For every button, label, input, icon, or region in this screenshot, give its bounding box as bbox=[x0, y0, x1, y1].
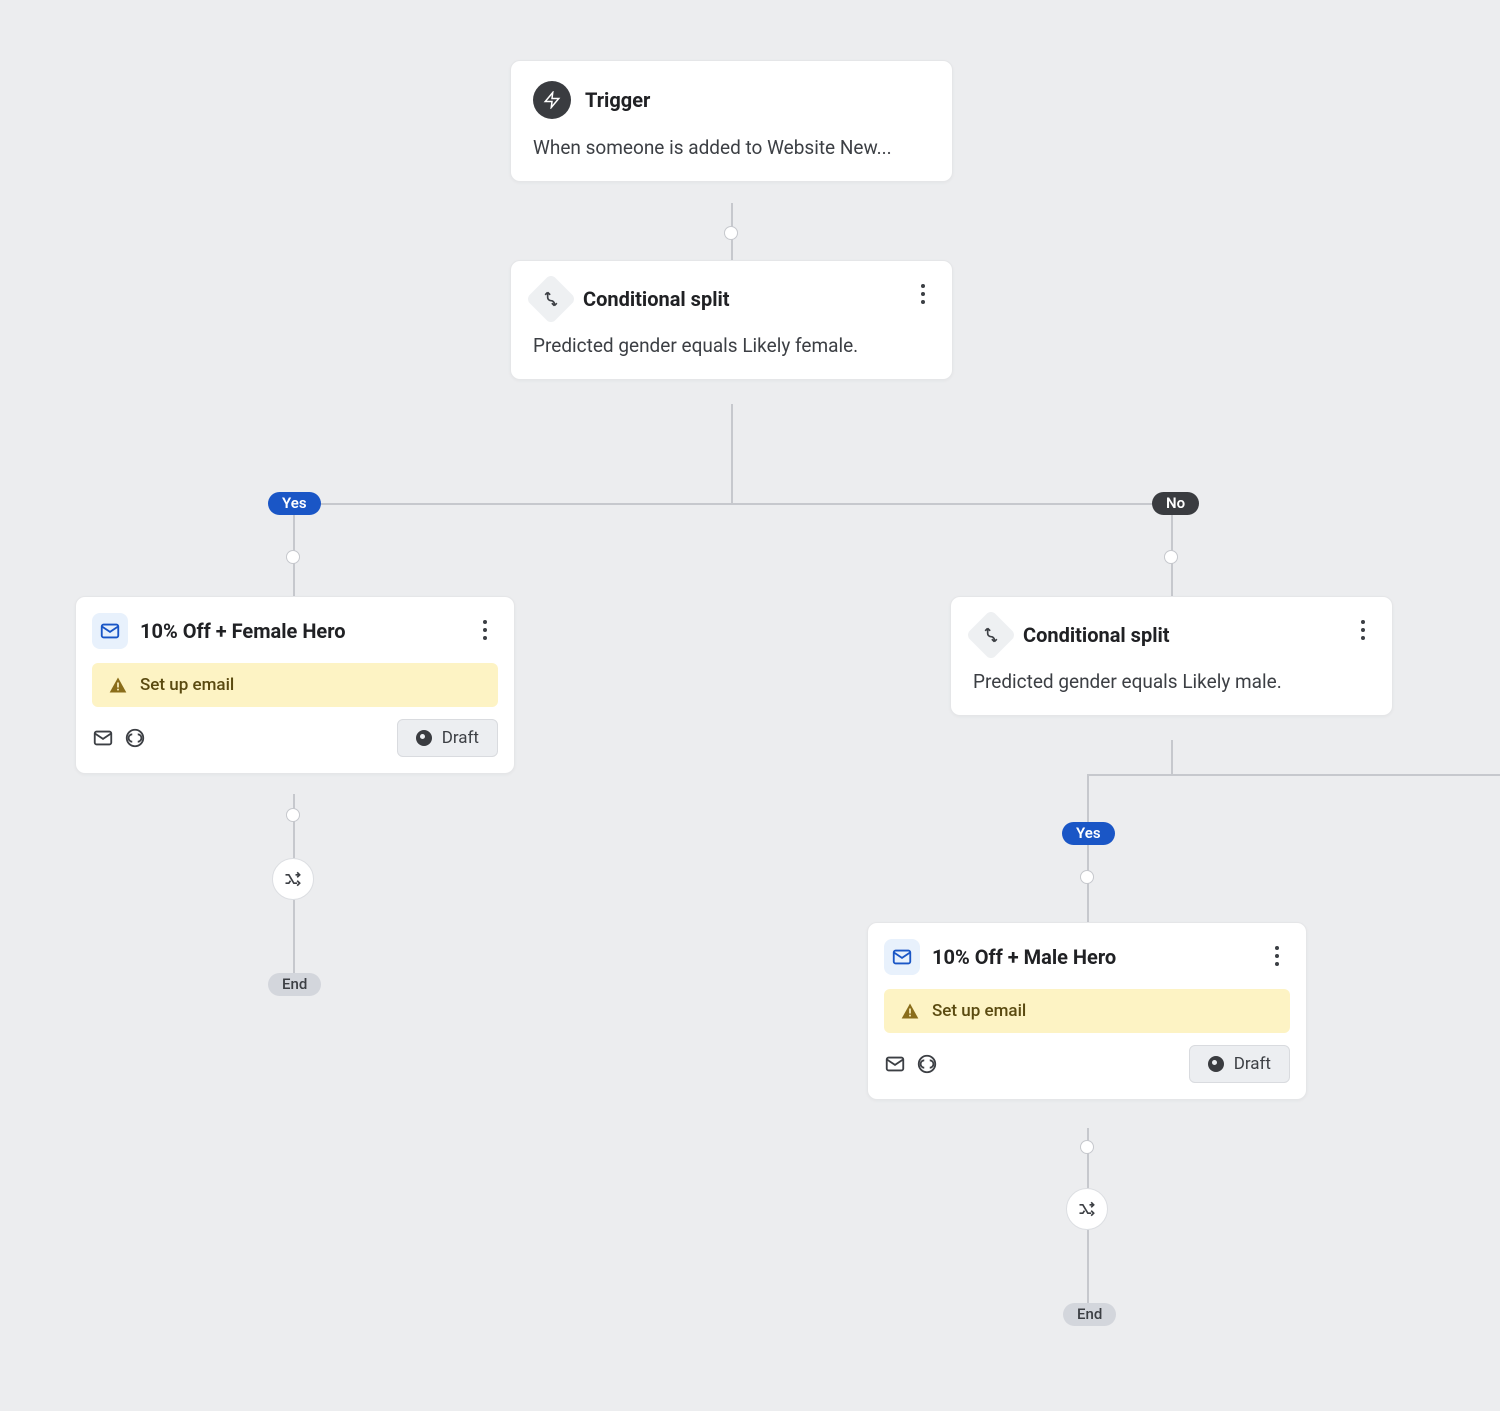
trigger-icon-badge bbox=[533, 81, 571, 119]
email-outline-icon bbox=[92, 727, 114, 749]
end-label: End bbox=[268, 973, 321, 996]
connector bbox=[1087, 1128, 1089, 1188]
vertical-dots-icon bbox=[921, 292, 925, 296]
shuffle-icon bbox=[1077, 1199, 1097, 1219]
email-action-card[interactable]: 10% Off + Female Hero Set up email Draft bbox=[75, 596, 515, 774]
add-step-button[interactable] bbox=[1066, 1188, 1108, 1230]
connector bbox=[1171, 740, 1173, 774]
connector bbox=[731, 404, 733, 504]
email-icon-badge bbox=[884, 939, 920, 975]
email-icon bbox=[99, 620, 121, 642]
connector-ring bbox=[1080, 870, 1094, 884]
add-step-button[interactable] bbox=[272, 858, 314, 900]
connector bbox=[293, 794, 295, 858]
more-menu-button[interactable] bbox=[1350, 615, 1376, 645]
status-label: Draft bbox=[442, 728, 479, 748]
connector bbox=[293, 503, 1171, 505]
email-title: 10% Off + Male Hero bbox=[932, 945, 1116, 969]
setup-warning-banner[interactable]: Set up email bbox=[884, 989, 1290, 1033]
conditional-split-card[interactable]: Conditional split Predicted gender equal… bbox=[950, 596, 1393, 716]
email-action-card[interactable]: 10% Off + Male Hero Set up email Draft bbox=[867, 922, 1307, 1100]
status-label: Draft bbox=[1234, 1054, 1271, 1074]
connector-ring bbox=[286, 808, 300, 822]
status-dot-icon bbox=[1208, 1056, 1224, 1072]
warning-icon bbox=[900, 1001, 920, 1021]
connector bbox=[1087, 774, 1500, 776]
lightning-icon bbox=[543, 91, 561, 109]
warning-icon bbox=[108, 675, 128, 695]
branch-icon bbox=[541, 289, 561, 309]
trigger-title: Trigger bbox=[585, 88, 650, 112]
branch-label-yes: Yes bbox=[1062, 822, 1115, 845]
connector-ring bbox=[1164, 550, 1178, 564]
trigger-card[interactable]: Trigger When someone is added to Website… bbox=[510, 60, 953, 182]
connector-ring bbox=[1080, 1140, 1094, 1154]
connector-ring bbox=[286, 550, 300, 564]
connector bbox=[1087, 1230, 1089, 1305]
conditional-split-card[interactable]: Conditional split Predicted gender equal… bbox=[510, 260, 953, 380]
status-draft-button[interactable]: Draft bbox=[1189, 1045, 1290, 1083]
email-icon bbox=[891, 946, 913, 968]
link-icon bbox=[916, 1053, 938, 1075]
split-description: Predicted gender equals Likely female. bbox=[533, 333, 930, 359]
connector bbox=[1087, 774, 1089, 922]
end-label: End bbox=[1063, 1303, 1116, 1326]
status-dot-icon bbox=[416, 730, 432, 746]
shuffle-icon bbox=[283, 869, 303, 889]
split-title: Conditional split bbox=[583, 287, 730, 311]
email-title: 10% Off + Female Hero bbox=[140, 619, 346, 643]
split-icon-badge bbox=[973, 617, 1009, 653]
setup-warning-banner[interactable]: Set up email bbox=[92, 663, 498, 707]
warning-text: Set up email bbox=[140, 675, 234, 695]
more-menu-button[interactable] bbox=[910, 279, 936, 309]
status-draft-button[interactable]: Draft bbox=[397, 719, 498, 757]
connector bbox=[293, 900, 295, 975]
vertical-dots-icon bbox=[483, 628, 487, 632]
email-outline-icon bbox=[884, 1053, 906, 1075]
warning-text: Set up email bbox=[932, 1001, 1026, 1021]
link-icon bbox=[124, 727, 146, 749]
branch-icon bbox=[981, 625, 1001, 645]
split-title: Conditional split bbox=[1023, 623, 1170, 647]
more-menu-button[interactable] bbox=[472, 615, 498, 645]
more-menu-button[interactable] bbox=[1264, 941, 1290, 971]
split-description: Predicted gender equals Likely male. bbox=[973, 669, 1370, 695]
trigger-description: When someone is added to Website New... bbox=[533, 135, 930, 161]
vertical-dots-icon bbox=[1275, 954, 1279, 958]
vertical-dots-icon bbox=[1361, 628, 1365, 632]
email-icon-badge bbox=[92, 613, 128, 649]
branch-label-no: No bbox=[1152, 492, 1199, 515]
connector-ring bbox=[724, 226, 738, 240]
branch-label-yes: Yes bbox=[268, 492, 321, 515]
split-icon-badge bbox=[533, 281, 569, 317]
